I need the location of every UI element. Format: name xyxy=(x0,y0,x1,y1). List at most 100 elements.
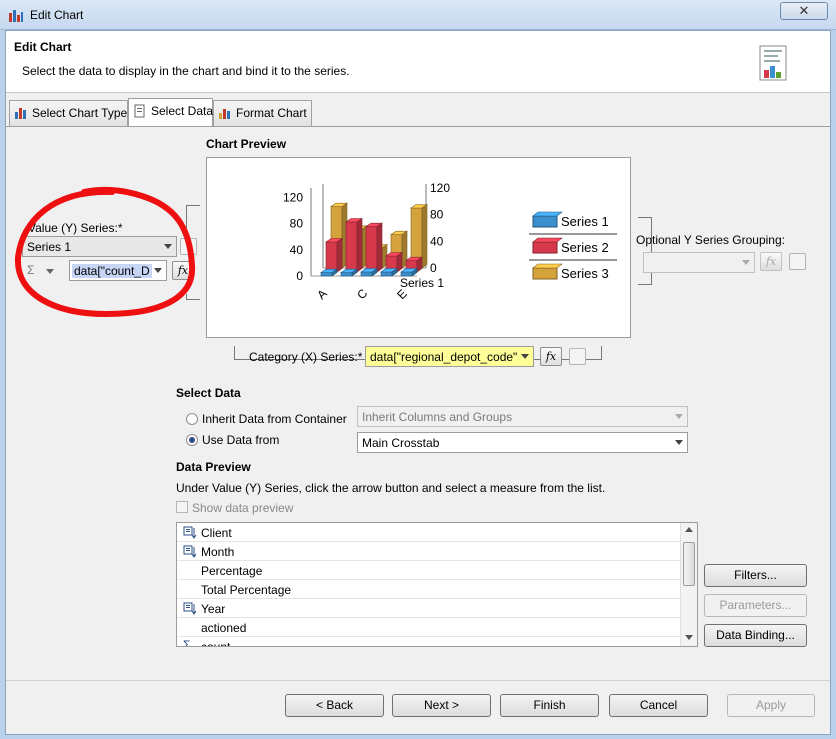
chevron-down-icon xyxy=(521,354,529,359)
window-title-bar xyxy=(0,0,836,30)
list-item-label: Percentage xyxy=(201,564,263,578)
list-item[interactable]: Client xyxy=(177,523,681,542)
filters-button[interactable]: Filters... xyxy=(704,564,807,587)
legend-label: Series 2 xyxy=(561,240,609,255)
data-preview-list[interactable]: Client Month Percentage Total Percentage Yea… xyxy=(176,522,698,647)
y-tick-label-right: 80 xyxy=(430,208,444,222)
use-data-select[interactable]: Main Crosstab xyxy=(357,432,688,453)
legend-swatch xyxy=(532,267,558,280)
list-item[interactable]: actioned xyxy=(177,618,681,637)
list-item[interactable]: Year xyxy=(177,599,681,618)
finish-button[interactable]: Finish xyxy=(500,694,599,717)
legend-label: Series 1 xyxy=(561,214,609,229)
next-button[interactable]: Next > xyxy=(392,694,491,717)
bar xyxy=(325,241,338,273)
bar xyxy=(380,271,393,277)
list-item-label: Client xyxy=(201,526,232,540)
group-icon xyxy=(183,602,197,615)
y-tick-label: 0 xyxy=(296,269,303,283)
inherit-data-radio[interactable] xyxy=(186,413,198,425)
grouping-edit-button[interactable] xyxy=(789,253,806,270)
scroll-up-icon[interactable] xyxy=(685,527,693,532)
category-series-label: Category (X) Series:* xyxy=(249,350,363,364)
footer-separator xyxy=(6,680,830,681)
back-button[interactable]: < Back xyxy=(285,694,384,717)
chart-wizard-icon xyxy=(759,45,787,81)
bar-side xyxy=(376,222,383,273)
chevron-down-icon xyxy=(675,440,683,445)
bar xyxy=(340,272,353,277)
list-item-label: Total Percentage xyxy=(201,583,292,597)
legend-label: Series 3 xyxy=(561,266,609,281)
bar xyxy=(320,272,333,277)
bar xyxy=(365,226,378,273)
depth-axis-label: Series 1 xyxy=(400,276,444,290)
parameters-button[interactable]: Parameters... xyxy=(704,594,807,617)
use-data-value: Main Crosstab xyxy=(362,436,440,450)
tab-select-data[interactable]: Select Data xyxy=(128,98,213,126)
grouping-fx-button[interactable]: fx xyxy=(760,252,782,271)
list-item[interactable]: Σcount xyxy=(177,637,681,647)
chevron-down-icon xyxy=(742,260,750,265)
bar-side xyxy=(396,251,403,273)
list-item-label: count xyxy=(201,640,231,647)
optional-grouping-select[interactable] xyxy=(643,252,755,273)
header-title: Edit Chart xyxy=(14,40,72,54)
format-chart-icon xyxy=(219,109,230,119)
inherit-columns-select[interactable]: Inherit Columns and Groups xyxy=(357,406,688,427)
bar xyxy=(345,221,358,273)
show-preview-checkbox[interactable] xyxy=(176,501,188,513)
list-item[interactable]: Percentage xyxy=(177,561,681,580)
category-fx-button[interactable]: fx xyxy=(540,347,562,366)
header-description: Select the data to display in the chart … xyxy=(22,64,350,78)
sigma-icon: Σ xyxy=(183,638,191,647)
x-tick-label: C xyxy=(354,286,370,302)
list-item-label: Month xyxy=(201,545,235,559)
bar-side xyxy=(336,237,343,273)
window-title: Edit Chart xyxy=(30,8,84,22)
close-button[interactable]: ✕ xyxy=(780,2,828,20)
tab-label: Select Data xyxy=(151,104,214,118)
y-tick-label-right: 40 xyxy=(430,234,444,248)
bar-side xyxy=(421,203,428,269)
show-preview-label: Show data preview xyxy=(192,501,294,515)
bar-side xyxy=(356,217,363,273)
chart-app-icon xyxy=(9,10,23,22)
tab-format-chart[interactable]: Format Chart xyxy=(213,100,312,126)
chevron-down-icon xyxy=(675,414,683,419)
group-icon xyxy=(183,545,197,558)
data-binding-button[interactable]: Data Binding... xyxy=(704,624,807,647)
tab-select-chart-type[interactable]: Select Chart Type xyxy=(9,100,128,126)
list-item-label: Year xyxy=(201,602,226,616)
category-series-expression[interactable]: data["regional_depot_code" xyxy=(365,346,534,367)
chart-type-icon xyxy=(15,108,26,119)
category-expression-text: data["regional_depot_code" xyxy=(370,350,518,364)
select-data-title: Select Data xyxy=(176,386,241,400)
scroll-down-icon[interactable] xyxy=(685,635,693,640)
use-data-radio[interactable] xyxy=(186,434,198,446)
list-item[interactable]: Total Percentage xyxy=(177,580,681,599)
tab-label: Select Chart Type xyxy=(32,106,128,120)
scroll-thumb[interactable] xyxy=(683,542,695,586)
apply-button[interactable]: Apply xyxy=(727,694,815,717)
inherit-data-label: Inherit Data from Container xyxy=(202,412,347,426)
bar xyxy=(360,271,373,277)
y-tick-label: 80 xyxy=(290,217,304,231)
legend-swatch xyxy=(532,241,558,254)
legend-swatch-top xyxy=(532,263,563,269)
chart-preview: 0 40 80 120 0 40 80 120 A C E Series 1 Series 1 Serie… xyxy=(206,157,631,338)
legend-swatch xyxy=(532,215,558,228)
list-item[interactable]: Month xyxy=(177,542,681,561)
cancel-button[interactable]: Cancel xyxy=(609,694,708,717)
x-tick-label: A xyxy=(314,287,330,303)
category-edit-button[interactable] xyxy=(569,348,586,365)
data-preview-hint: Under Value (Y) Series, click the arrow … xyxy=(176,481,606,495)
chart-svg: 0408012004080120A C ESeries 1Series 1Serie… xyxy=(283,181,617,303)
red-annotation-circle xyxy=(14,186,196,318)
dialog-header xyxy=(6,31,830,93)
y-tick-label: 40 xyxy=(290,243,304,257)
tab-label: Format Chart xyxy=(236,106,307,120)
use-data-label: Use Data from xyxy=(202,433,280,447)
list-scrollbar[interactable] xyxy=(680,523,697,646)
chart-preview-title: Chart Preview xyxy=(206,137,287,151)
